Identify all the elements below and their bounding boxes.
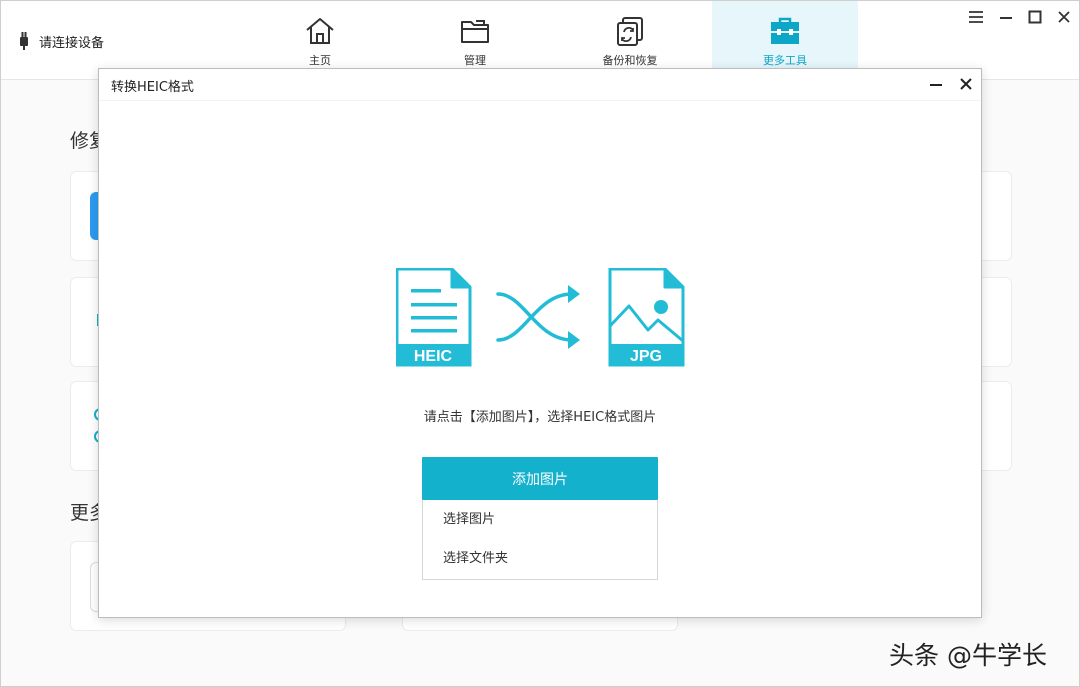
tab-backup-restore-label: 备份和恢复 [602, 54, 658, 67]
minimize-icon [1000, 17, 1012, 19]
maximize-button[interactable] [1024, 7, 1046, 27]
close-icon [960, 78, 972, 90]
heic-to-jpg-illustration: HEIC JPG [396, 268, 685, 367]
home-icon [306, 18, 334, 44]
close-button[interactable] [1053, 7, 1075, 27]
heic-file-icon: HEIC [396, 268, 472, 367]
target-format-label: JPG [630, 348, 662, 365]
tab-more-tools[interactable]: 更多工具 [712, 1, 858, 71]
tab-manage-label: 管理 [464, 54, 486, 67]
minimize-button[interactable] [995, 7, 1017, 27]
add-image-button[interactable]: 添加图片 [422, 457, 658, 500]
toolbox-icon [771, 17, 799, 44]
menu-button[interactable] [965, 7, 987, 27]
jpg-file-icon: JPG [608, 268, 685, 367]
backup-restore-icon [617, 17, 643, 46]
menu-icon [969, 11, 983, 23]
close-icon [1058, 11, 1070, 23]
instruction-text: 请点击【添加图片】，选择HEIC格式图片 [423, 410, 657, 425]
dialog-title: 转换HEIC格式 [111, 80, 194, 95]
dialog-minimize-button[interactable] [925, 74, 947, 94]
device-status: 请连接设备 [19, 31, 104, 51]
device-status-label: 请连接设备 [39, 35, 105, 51]
maximize-icon [1028, 10, 1042, 24]
dialog-close-button[interactable] [955, 74, 977, 94]
tab-manage[interactable]: 管理 [402, 1, 548, 71]
folder-icon [461, 20, 489, 43]
tab-backup-restore[interactable]: 备份和恢复 [557, 1, 703, 71]
source-format-label: HEIC [414, 348, 453, 365]
usb-plug-icon [20, 32, 28, 50]
add-image-dropdown: 选择图片 选择文件夹 [422, 500, 658, 580]
select-image-option[interactable]: 选择图片 [423, 500, 657, 539]
tab-more-tools-label: 更多工具 [763, 54, 807, 67]
convert-arrows-icon [496, 292, 574, 342]
tab-home-label: 主页 [309, 54, 331, 67]
watermark: 头条 @牛学长 [889, 641, 1047, 670]
minimize-icon [930, 84, 942, 86]
dialog-title-divider [99, 100, 981, 101]
select-folder-option[interactable]: 选择文件夹 [423, 539, 657, 578]
tab-home[interactable]: 主页 [247, 1, 393, 71]
heic-convert-dialog: 转换HEIC格式 HEIC JPG 请点击【添加图片】，选择HEIC格式图片 添… [98, 68, 982, 618]
